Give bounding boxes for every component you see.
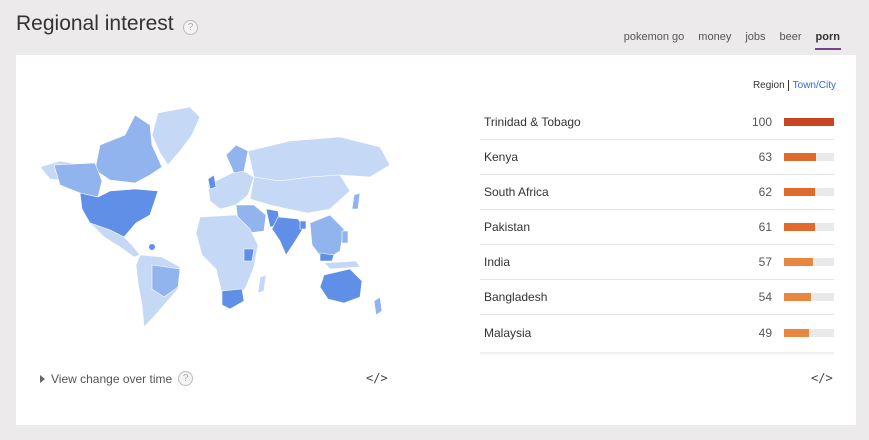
list-item[interactable]: South Africa 62 [480,175,834,210]
interest-bar-fill [784,118,834,126]
help-icon[interactable]: ? [178,371,194,386]
map-region-caribbean[interactable] [149,244,155,250]
map-region-kenya[interactable] [243,248,255,262]
map-region-japan[interactable] [351,192,361,210]
term-tab-pokemon-go[interactable]: pokemon go [623,31,686,50]
map-region-new-zealand[interactable] [373,296,383,316]
help-icon[interactable]: ? [183,20,198,35]
term-tab-money[interactable]: money [697,31,732,50]
map-region-europe[interactable] [207,168,255,210]
region-value: 100 [751,115,772,129]
map-region-scandinavia[interactable] [225,144,249,174]
region-name: Kenya [484,150,519,164]
list-item[interactable]: India 57 [480,245,834,280]
region-name: Pakistan [484,220,531,234]
interest-bar [784,188,834,196]
map-region-madagascar[interactable] [257,274,267,294]
region-value: 63 [758,150,772,164]
interest-bar [784,223,834,231]
region-city-toggle: Region Town/City [753,80,836,91]
regional-interest-card: View change over time ? </> Region Town/… [16,55,856,425]
embed-code-icon[interactable]: </> [811,371,833,385]
region-value: 62 [758,185,772,199]
expand-triangle-icon [40,374,45,383]
map-region-indonesia[interactable] [323,260,361,270]
term-tab-beer[interactable]: beer [779,31,803,50]
interest-bar [784,328,834,337]
map-region-canada[interactable] [94,114,163,184]
list-item[interactable]: Trinidad & Tobago 100 [480,105,834,140]
region-name: India [484,255,511,269]
region-name: Bangladesh [484,290,548,304]
interest-bar-fill [784,223,815,231]
map-region-north-america-west[interactable] [53,162,103,198]
region-value: 61 [758,220,772,234]
term-tabs: pokemon go money jobs beer porn [623,31,841,50]
map-region-australia[interactable] [319,268,363,304]
map-region-greenland[interactable] [151,106,201,166]
map-region-bangladesh[interactable] [299,220,307,230]
region-name: South Africa [484,185,549,199]
list-item[interactable]: Kenya 63 [480,140,834,175]
view-change-label: View change over time [51,371,173,386]
region-value: 57 [758,255,772,269]
view-change-over-time[interactable]: View change over time ? [40,371,194,386]
map-region-russia[interactable] [247,136,391,182]
interest-bar-fill [784,293,811,301]
interest-bar [784,293,834,301]
region-value: 54 [758,290,772,304]
map-region-india[interactable] [271,216,305,256]
list-item[interactable]: Malaysia 49 [480,315,834,350]
interest-bar-fill [784,258,813,266]
interest-bar [784,118,834,126]
interest-bar [784,258,834,266]
list-item[interactable]: Pakistan 61 [480,210,834,245]
list-item[interactable]: Bangladesh 54 [480,280,834,315]
toggle-town-city[interactable]: Town/City [789,80,836,91]
interest-bar-fill [784,153,816,161]
term-tab-jobs[interactable]: jobs [744,31,766,50]
section-title: Regional interest [16,12,174,35]
term-tab-porn[interactable]: porn [814,31,841,50]
map-region-philippines[interactable] [341,230,349,244]
world-map[interactable] [40,105,395,330]
interest-bar-fill [784,328,809,337]
map-region-usa[interactable] [79,188,159,238]
interest-bar-fill [784,188,815,196]
toggle-region[interactable]: Region [753,80,789,91]
embed-code-icon[interactable]: </> [366,371,388,385]
region-name: Trinidad & Tobago [484,115,581,129]
region-ranking-list: Trinidad & Tobago 100 Kenya 63 South Africa 6… [480,105,834,350]
region-value: 49 [758,325,772,340]
map-region-central-asia[interactable] [249,174,351,214]
region-name: Malaysia [484,325,532,340]
map-region-south-africa[interactable] [221,288,245,310]
interest-bar [784,153,834,161]
list-divider [480,352,834,356]
